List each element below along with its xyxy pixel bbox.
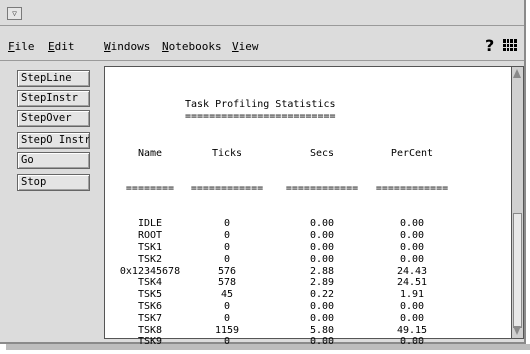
window-shadow xyxy=(6,344,530,350)
cell-secs: 0.00 xyxy=(309,218,335,230)
cell-ticks: 0 xyxy=(223,230,231,242)
stats-title-rule: ========================= xyxy=(185,111,336,122)
stepline-button[interactable]: StepLine xyxy=(17,70,90,87)
menu-edit-mnemonic: E xyxy=(48,40,55,53)
stepo-instr-button[interactable]: StepO Instr xyxy=(17,132,90,149)
cell-ticks: 0 xyxy=(223,253,231,265)
menu-file-label: ile xyxy=(14,40,35,53)
menu-view-mnemonic: V xyxy=(232,40,239,53)
cell-ticks: 0 xyxy=(223,312,231,324)
cell-secs: 0.00 xyxy=(309,300,335,312)
cell-secs: 0.00 xyxy=(309,230,335,242)
column-ticks: Ticks ============ 0 0 0 0 576 578 45 0 0 1159 0 xyxy=(187,124,267,348)
menu-windows[interactable]: Windows xyxy=(104,40,150,53)
header-name: Name xyxy=(137,147,163,159)
scrollbar-thumb[interactable] xyxy=(513,213,522,328)
menu-edit[interactable]: Edit xyxy=(48,40,75,53)
window-menu-button[interactable]: ▽ xyxy=(7,7,22,20)
debugger-window: ▽ File Edit Windows Notebooks View ? Ste… xyxy=(0,0,526,347)
keyboard-icon[interactable] xyxy=(503,39,517,51)
cell-name: TSK8 xyxy=(137,324,163,336)
menu-windows-label: indows xyxy=(110,40,151,53)
cell-name: TSK7 xyxy=(137,312,163,324)
cell-percent: 0.00 xyxy=(399,312,425,324)
header-percent: PerCent xyxy=(390,147,434,159)
cell-ticks: 0 xyxy=(223,241,231,253)
menu-notebooks-mnemonic: N xyxy=(162,40,169,53)
menu-file[interactable]: File xyxy=(8,40,35,53)
menu-windows-mnemonic: W xyxy=(104,40,111,53)
cell-secs: 0.22 xyxy=(309,289,335,301)
go-button[interactable]: Go xyxy=(17,152,90,169)
cell-name: 0x12345678 xyxy=(119,265,181,277)
column-secs: Secs ============ 0.00 0.00 0.00 0.00 2.88 2.… xyxy=(282,124,362,348)
cell-percent: 24.51 xyxy=(396,277,428,289)
cell-percent: 0.00 xyxy=(399,230,425,242)
cell-ticks: 45 xyxy=(220,289,234,301)
menu-notebooks-label: otebooks xyxy=(168,40,222,53)
cell-ticks: 578 xyxy=(217,277,237,289)
cell-secs: 5.80 xyxy=(309,324,335,336)
profiling-output-pane[interactable]: Task Profiling Statistics ==============… xyxy=(104,66,512,347)
cell-secs: 0.00 xyxy=(309,253,335,265)
cell-name: TSK1 xyxy=(137,241,163,253)
cell-name: ROOT xyxy=(137,230,163,242)
cell-secs: 2.88 xyxy=(309,265,335,277)
cell-percent: 0.00 xyxy=(399,241,425,253)
stepover-button[interactable]: StepOver xyxy=(17,110,90,127)
header-percent-rule: ============ xyxy=(375,182,449,194)
header-name-rule: ======== xyxy=(125,182,175,194)
menu-bar: File Edit Windows Notebooks View ? xyxy=(0,27,524,61)
scroll-up-arrow-icon[interactable] xyxy=(513,69,521,78)
header-ticks: Ticks xyxy=(211,147,243,159)
menu-view-label: iew xyxy=(238,40,259,53)
cell-name: TSK6 xyxy=(137,300,163,312)
scroll-down-arrow-icon[interactable] xyxy=(513,326,521,335)
cell-ticks: 576 xyxy=(217,265,237,277)
stats-title: Task Profiling Statistics xyxy=(185,99,336,110)
stepinstr-button[interactable]: StepInstr xyxy=(17,90,90,107)
cell-name: TSK5 xyxy=(137,289,163,301)
menu-notebooks[interactable]: Notebooks xyxy=(162,40,222,53)
title-bar: ▽ xyxy=(0,0,524,26)
cell-percent: 0.00 xyxy=(399,218,425,230)
header-ticks-rule: ============ xyxy=(190,182,264,194)
cell-percent: 24.43 xyxy=(396,265,428,277)
cell-name: TSK4 xyxy=(137,277,163,289)
cell-percent: 0.00 xyxy=(399,253,425,265)
header-secs-rule: ============ xyxy=(285,182,359,194)
cell-percent: 49.15 xyxy=(396,324,428,336)
help-button[interactable]: ? xyxy=(485,36,494,55)
cell-percent: 1.91 xyxy=(399,289,425,301)
column-name: Name ======== IDLE ROOT TSK1 TSK2 0x12345678… xyxy=(115,124,185,348)
stop-button[interactable]: Stop xyxy=(17,174,90,191)
menu-view[interactable]: View xyxy=(232,40,259,53)
cell-ticks: 0 xyxy=(223,300,231,312)
column-percent: PerCent ============ 0.00 0.00 0.00 0.00 24.… xyxy=(372,124,452,348)
cell-ticks: 1159 xyxy=(214,324,240,336)
cell-secs: 0.00 xyxy=(309,312,335,324)
cell-name: TSK2 xyxy=(137,253,163,265)
cell-secs: 2.89 xyxy=(309,277,335,289)
vertical-scrollbar[interactable] xyxy=(512,66,524,339)
header-secs: Secs xyxy=(309,147,335,159)
cell-name: IDLE xyxy=(137,218,163,230)
menu-file-mnemonic: F xyxy=(8,40,15,53)
cell-percent: 0.00 xyxy=(399,300,425,312)
menu-edit-label: dit xyxy=(54,40,75,53)
cell-secs: 0.00 xyxy=(309,241,335,253)
cell-ticks: 0 xyxy=(223,218,231,230)
